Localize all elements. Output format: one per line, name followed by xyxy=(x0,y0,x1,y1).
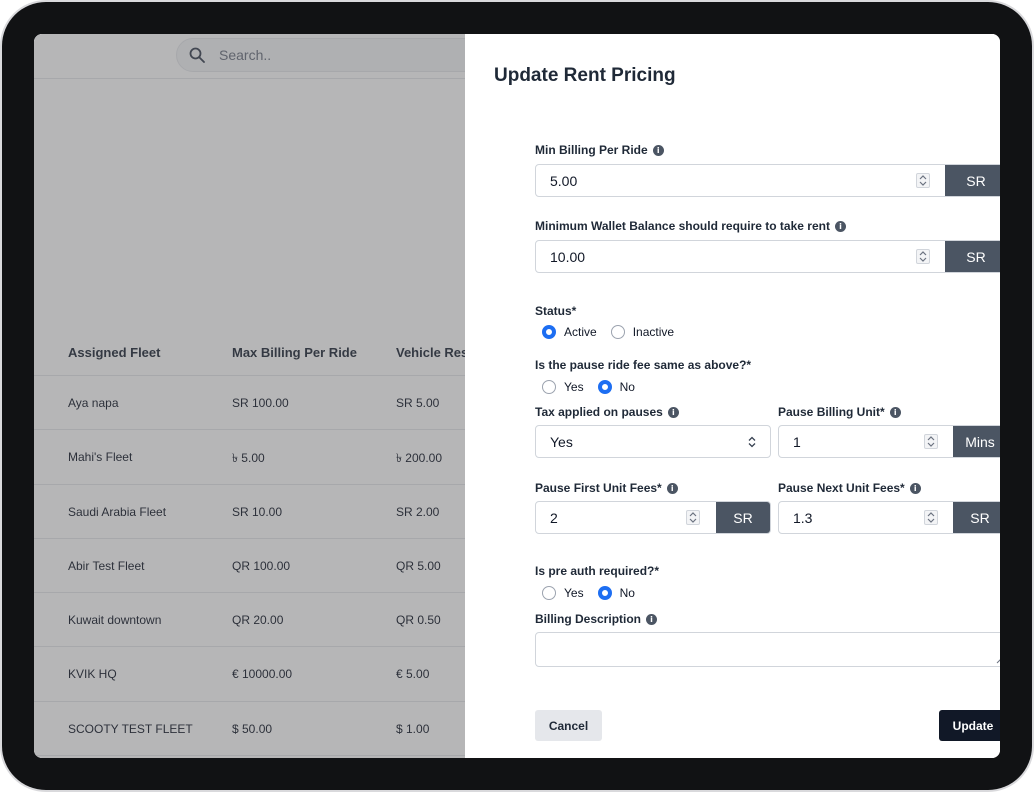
pause-billing-unit-label-text: Pause Billing Unit* xyxy=(778,405,885,419)
radio-checked-icon[interactable] xyxy=(542,325,556,339)
info-icon[interactable]: i xyxy=(666,482,678,494)
status-option-active[interactable]: Active xyxy=(542,325,597,339)
pause-next-fee-input[interactable]: 1.3 xyxy=(779,502,953,533)
min-wallet-input[interactable]: 10.00 xyxy=(536,241,945,272)
info-icon[interactable]: i xyxy=(646,613,658,625)
status-option-inactive[interactable]: Inactive xyxy=(610,325,675,339)
number-stepper-icon[interactable] xyxy=(916,249,930,264)
radio-unchecked-icon[interactable] xyxy=(610,325,625,339)
pause-billing-unit-unit: Mins xyxy=(953,426,1000,457)
status-option-active-label: Active xyxy=(564,325,597,339)
billing-description-label-text: Billing Description xyxy=(535,612,642,626)
pause-next-fee-label-text: Pause Next Unit Fees* xyxy=(778,481,905,495)
pause-same-radio-group: Yes No xyxy=(542,380,649,394)
pause-next-fee-value: 1.3 xyxy=(793,510,813,526)
pause-first-fee-value: 2 xyxy=(550,510,558,526)
pause-billing-unit-value: 1 xyxy=(793,434,801,450)
pre-auth-option-no[interactable]: No xyxy=(597,586,635,600)
pause-next-fee-unit: SR xyxy=(953,502,1000,533)
status-radio-group: Active Inactive xyxy=(542,325,688,339)
min-wallet-label: Minimum Wallet Balance should require to… xyxy=(535,219,846,233)
min-billing-label: Min Billing Per Ride i xyxy=(535,143,664,157)
pause-next-fee-label: Pause Next Unit Fees* i xyxy=(778,481,921,495)
min-wallet-unit: SR xyxy=(945,241,1000,272)
min-wallet-field[interactable]: 10.00 SR xyxy=(535,240,1000,273)
min-wallet-label-text: Minimum Wallet Balance should require to… xyxy=(535,219,830,233)
radio-unchecked-icon[interactable] xyxy=(542,380,556,394)
pause-same-option-no[interactable]: No xyxy=(597,380,635,394)
pause-first-fee-label: Pause First Unit Fees* i xyxy=(535,481,678,495)
resize-handle-icon[interactable] xyxy=(995,654,1000,664)
drawer-title: Update Rent Pricing xyxy=(494,65,676,86)
min-billing-input[interactable]: 5.00 xyxy=(536,165,945,196)
number-stepper-icon[interactable] xyxy=(916,173,930,188)
tax-on-pauses-select[interactable]: Yes xyxy=(535,425,771,458)
info-icon[interactable]: i xyxy=(909,482,921,494)
pause-first-fee-unit: SR xyxy=(716,502,770,533)
update-button[interactable]: Update xyxy=(939,710,1000,741)
pause-first-fee-input[interactable]: 2 xyxy=(536,502,716,533)
update-rent-pricing-drawer: Update Rent Pricing Min Billing Per Ride… xyxy=(465,34,1000,758)
pause-billing-unit-label: Pause Billing Unit* i xyxy=(778,405,901,419)
pause-same-option-yes-label: Yes xyxy=(564,380,584,394)
status-label: Status* xyxy=(535,304,577,318)
radio-unchecked-icon[interactable] xyxy=(542,586,556,600)
info-icon[interactable]: i xyxy=(667,406,679,418)
pause-billing-unit-field[interactable]: 1 Mins xyxy=(778,425,1000,458)
number-stepper-icon[interactable] xyxy=(924,510,938,525)
min-billing-field[interactable]: 5.00 SR xyxy=(535,164,1000,197)
pause-next-fee-field[interactable]: 1.3 SR xyxy=(778,501,1000,534)
pre-auth-option-yes[interactable]: Yes xyxy=(542,586,584,600)
pre-auth-label: Is pre auth required?* xyxy=(535,564,660,578)
info-icon[interactable]: i xyxy=(652,144,664,156)
billing-description-textarea[interactable] xyxy=(535,632,1000,667)
info-icon[interactable]: i xyxy=(889,406,901,418)
number-stepper-icon[interactable] xyxy=(924,434,938,449)
pre-auth-option-no-label: No xyxy=(619,586,635,600)
number-stepper-icon[interactable] xyxy=(686,510,700,525)
cancel-button[interactable]: Cancel xyxy=(535,710,602,741)
tax-on-pauses-value: Yes xyxy=(550,434,573,450)
pause-first-fee-field[interactable]: 2 SR xyxy=(535,501,771,534)
status-option-inactive-label: Inactive xyxy=(632,325,675,339)
pause-same-label: Is the pause ride fee same as above?* xyxy=(535,358,752,372)
pre-auth-option-yes-label: Yes xyxy=(564,586,584,600)
min-wallet-value: 10.00 xyxy=(550,249,586,265)
chevron-up-down-icon xyxy=(748,436,756,448)
pause-billing-unit-input[interactable]: 1 xyxy=(779,426,953,457)
min-billing-value: 5.00 xyxy=(550,173,578,189)
min-billing-label-text: Min Billing Per Ride xyxy=(535,143,648,157)
tax-on-pauses-label: Tax applied on pauses i xyxy=(535,405,679,419)
info-icon[interactable]: i xyxy=(834,220,846,232)
pause-same-option-no-label: No xyxy=(619,380,635,394)
radio-checked-icon[interactable] xyxy=(597,380,612,394)
pause-same-option-yes[interactable]: Yes xyxy=(542,380,584,394)
min-billing-unit: SR xyxy=(945,165,1000,196)
tax-on-pauses-label-text: Tax applied on pauses xyxy=(535,405,663,419)
screen: Assigned Fleet Max Billing Per Ride Vehi… xyxy=(34,34,1000,758)
radio-checked-icon[interactable] xyxy=(597,586,612,600)
pause-first-fee-label-text: Pause First Unit Fees* xyxy=(535,481,662,495)
pre-auth-radio-group: Yes No xyxy=(542,586,649,600)
billing-description-label: Billing Description i xyxy=(535,612,658,626)
